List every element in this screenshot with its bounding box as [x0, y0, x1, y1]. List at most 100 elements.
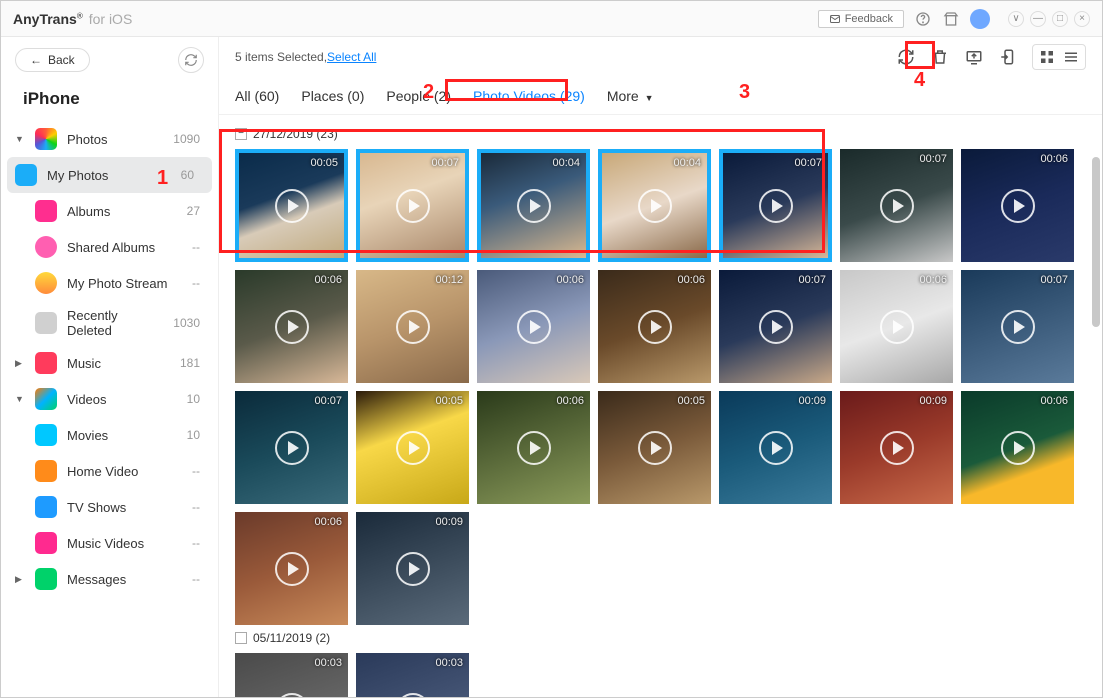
- sidebar-item-count: --: [192, 500, 200, 514]
- help-icon[interactable]: [914, 10, 932, 28]
- video-thumbnail[interactable]: 00:03: [235, 653, 348, 697]
- video-thumbnail[interactable]: 00:06: [961, 391, 1074, 504]
- chevron-icon: ▶: [15, 574, 25, 585]
- duration-label: 00:06: [1040, 153, 1068, 165]
- sidebar-item-tv-shows[interactable]: TV Shows--: [1, 489, 218, 525]
- back-button[interactable]: ← Back: [15, 48, 90, 72]
- video-thumbnail[interactable]: 00:07: [719, 149, 832, 262]
- refresh-button[interactable]: [178, 47, 204, 73]
- tab-people[interactable]: People (2): [386, 88, 451, 104]
- sidebar-item-count: --: [192, 276, 200, 290]
- video-thumbnail[interactable]: 00:06: [961, 149, 1074, 262]
- ico-tvshows-icon: [35, 496, 57, 518]
- video-thumbnail[interactable]: 00:09: [719, 391, 832, 504]
- video-thumbnail[interactable]: 00:12: [356, 270, 469, 383]
- sidebar-item-count: --: [192, 536, 200, 550]
- video-thumbnail[interactable]: 00:04: [598, 149, 711, 262]
- sidebar-item-shared-albums[interactable]: Shared Albums--: [1, 229, 218, 265]
- to-pc-icon[interactable]: [964, 47, 984, 67]
- video-thumbnail[interactable]: 00:05: [356, 391, 469, 504]
- play-icon: [396, 310, 430, 344]
- gift-icon[interactable]: [942, 10, 960, 28]
- tab-more[interactable]: More ▼: [607, 88, 654, 104]
- video-thumbnail[interactable]: 00:04: [477, 149, 590, 262]
- video-thumbnail[interactable]: 00:06: [235, 512, 348, 625]
- video-thumbnail[interactable]: 00:05: [235, 149, 348, 262]
- grid-view-icon[interactable]: [1037, 47, 1057, 67]
- play-icon: [638, 310, 672, 344]
- sidebar-item-home-video[interactable]: Home Video--: [1, 453, 218, 489]
- play-icon: [759, 431, 793, 465]
- video-thumbnail[interactable]: 00:05: [598, 391, 711, 504]
- date-group-header[interactable]: 05/11/2019 (2): [235, 625, 1086, 653]
- window-maximize-button[interactable]: □: [1052, 11, 1068, 27]
- play-icon: [759, 189, 793, 223]
- sidebar-item-label: Photos: [67, 132, 107, 147]
- view-toggle[interactable]: [1032, 44, 1086, 70]
- select-all-link[interactable]: Select All: [327, 50, 376, 64]
- duration-label: 00:07: [314, 395, 342, 407]
- video-thumbnail[interactable]: 00:06: [235, 270, 348, 383]
- user-avatar[interactable]: [970, 9, 990, 29]
- video-thumbnail[interactable]: 00:09: [840, 391, 953, 504]
- tab-all[interactable]: All (60): [235, 88, 279, 104]
- scrollbar[interactable]: [1092, 157, 1100, 327]
- sidebar-item-label: Shared Albums: [67, 240, 155, 255]
- sidebar-item-label: Movies: [67, 428, 108, 443]
- video-thumbnail[interactable]: 00:09: [356, 512, 469, 625]
- duration-label: 00:06: [677, 274, 705, 286]
- ico-movies-icon: [35, 424, 57, 446]
- play-icon: [880, 189, 914, 223]
- sidebar-item-messages[interactable]: ▶ Messages --: [1, 561, 218, 597]
- ico-music-icon: [35, 352, 57, 374]
- sidebar-item-music-videos[interactable]: Music Videos--: [1, 525, 218, 561]
- duration-label: 00:06: [556, 395, 584, 407]
- sidebar-item-albums[interactable]: Albums27: [1, 193, 218, 229]
- duration-label: 00:04: [673, 157, 701, 169]
- video-thumbnail[interactable]: 00:07: [719, 270, 832, 383]
- video-thumbnail[interactable]: 00:06: [598, 270, 711, 383]
- video-thumbnail[interactable]: 00:07: [356, 149, 469, 262]
- play-icon: [517, 431, 551, 465]
- duration-label: 00:07: [431, 157, 459, 169]
- to-device-icon[interactable]: [998, 47, 1018, 67]
- sidebar-item-music[interactable]: ▶Music181: [1, 345, 218, 381]
- video-thumbnail[interactable]: 00:06: [840, 270, 953, 383]
- list-view-icon[interactable]: [1061, 47, 1081, 67]
- video-thumbnail[interactable]: 00:07: [235, 391, 348, 504]
- sidebar-item-photos[interactable]: ▼Photos1090: [1, 121, 218, 157]
- content-toolbar: 5 items Selected, Select All: [219, 37, 1102, 77]
- sidebar-item-label: Messages: [67, 572, 126, 587]
- date-group-header[interactable]: −27/12/2019 (23): [235, 121, 1086, 149]
- tab-places[interactable]: Places (0): [301, 88, 364, 104]
- sidebar-item-my-photos[interactable]: My Photos60: [7, 157, 212, 193]
- refresh-icon[interactable]: [896, 47, 916, 67]
- video-thumbnail[interactable]: 00:03: [356, 653, 469, 697]
- play-icon: [638, 189, 672, 223]
- play-icon: [880, 431, 914, 465]
- sidebar-item-count: --: [192, 572, 200, 586]
- feedback-button[interactable]: Feedback: [818, 10, 904, 28]
- tab-photo[interactable]: Photo Videos (29): [473, 88, 585, 104]
- group-checkbox[interactable]: −: [235, 128, 247, 140]
- window-minimize-button[interactable]: —: [1030, 11, 1046, 27]
- delete-icon[interactable]: [930, 47, 950, 67]
- sidebar-item-movies[interactable]: Movies10: [1, 417, 218, 453]
- sidebar-item-videos[interactable]: ▼Videos10: [1, 381, 218, 417]
- window-menu-button[interactable]: ∨: [1008, 11, 1024, 27]
- window-close-button[interactable]: ×: [1074, 11, 1090, 27]
- play-icon: [275, 693, 309, 698]
- video-thumbnail[interactable]: 00:07: [961, 270, 1074, 383]
- ico-trash-icon: [35, 312, 57, 334]
- duration-label: 00:06: [556, 274, 584, 286]
- video-thumbnail[interactable]: 00:06: [477, 391, 590, 504]
- duration-label: 00:06: [314, 516, 342, 528]
- sidebar-item-my-photo-stream[interactable]: My Photo Stream--: [1, 265, 218, 301]
- group-date-label: 27/12/2019 (23): [253, 127, 338, 141]
- photo-grid-area[interactable]: −27/12/2019 (23)00:0500:0700:0400:0400:0…: [219, 115, 1102, 697]
- group-checkbox[interactable]: [235, 632, 247, 644]
- play-icon: [396, 431, 430, 465]
- video-thumbnail[interactable]: 00:06: [477, 270, 590, 383]
- sidebar-item-recently-deleted[interactable]: Recently Deleted1030: [1, 301, 218, 345]
- video-thumbnail[interactable]: 00:07: [840, 149, 953, 262]
